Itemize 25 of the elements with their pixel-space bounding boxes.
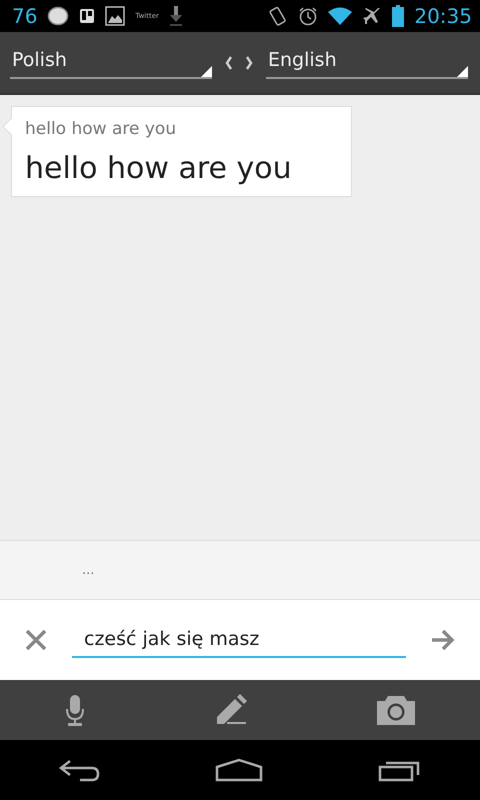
- suggestion-text[interactable]: ...: [82, 562, 94, 578]
- swap-icon[interactable]: [224, 56, 254, 70]
- vibrate-icon: [268, 5, 288, 27]
- camera-icon[interactable]: [377, 695, 415, 725]
- notification-count: 76: [12, 4, 38, 28]
- source-text: hello how are you: [25, 119, 178, 139]
- pencil-icon[interactable]: [215, 694, 247, 726]
- microphone-icon[interactable]: [65, 694, 85, 726]
- alarm-icon: [298, 6, 318, 26]
- clock-time: 20:35: [414, 4, 472, 28]
- arrow-right-icon[interactable]: [430, 629, 456, 651]
- image-icon: [105, 6, 126, 26]
- battery-icon: [392, 5, 404, 27]
- translated-text: hello how are you: [25, 151, 293, 186]
- target-language-dropdown[interactable]: English: [266, 46, 468, 78]
- source-language-dropdown[interactable]: Polish: [10, 46, 212, 78]
- close-icon[interactable]: [24, 628, 48, 652]
- airplane-icon: [362, 6, 382, 26]
- back-icon[interactable]: [58, 758, 100, 782]
- download-icon: [168, 5, 183, 27]
- chat-bubble-icon: [47, 6, 70, 26]
- input-bar[interactable]: cześć jak się masz: [0, 600, 480, 680]
- board-icon: [79, 8, 96, 24]
- home-icon[interactable]: [214, 758, 263, 782]
- wifi-icon: [328, 7, 352, 25]
